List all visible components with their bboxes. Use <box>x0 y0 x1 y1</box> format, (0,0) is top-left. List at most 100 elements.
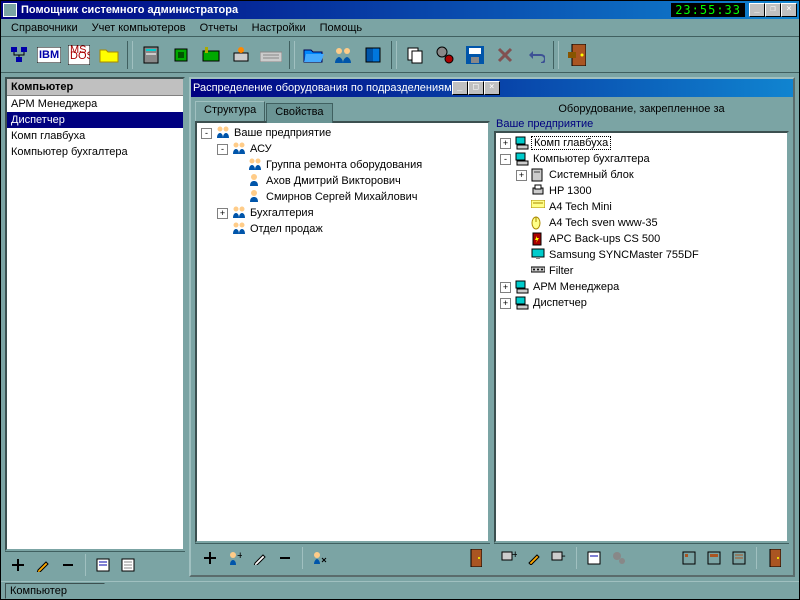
tree-row[interactable]: A4 Tech Mini <box>498 199 785 215</box>
tree-row[interactable]: Отдел продаж <box>199 221 486 237</box>
eq-gears-button[interactable] <box>608 547 630 569</box>
tool-network-icon[interactable] <box>5 41 33 69</box>
tool-save-icon[interactable] <box>461 41 489 69</box>
pc-icon <box>515 296 529 310</box>
eq-remove-pc-button[interactable]: - <box>548 547 570 569</box>
tool-ibm-icon[interactable]: IBM <box>35 41 63 69</box>
org-exit-button[interactable] <box>464 547 486 569</box>
tree-row[interactable]: Ахов Дмитрий Викторович <box>199 173 486 189</box>
structure-tabs: Структура Свойства <box>195 101 490 121</box>
tree-row[interactable]: -АСУ <box>199 141 486 157</box>
sidebar-remove-button[interactable] <box>57 554 79 576</box>
org-person-add-button[interactable]: + <box>224 547 246 569</box>
equipment-tree[interactable]: +Комп главбуха-Компьютер бухгалтера + Сист… <box>494 131 789 543</box>
tree-row[interactable]: HP 1300 <box>498 183 785 199</box>
distribution-window: Распределение оборудования по подразделе… <box>189 77 795 577</box>
sidebar-list-button[interactable] <box>117 554 139 576</box>
sidebar-edit-button[interactable] <box>32 554 54 576</box>
sidebar-item[interactable]: Диспетчер <box>7 112 183 128</box>
tree-expander[interactable]: + <box>500 298 511 309</box>
tree-expander[interactable]: + <box>500 282 511 293</box>
tool-openfolder-icon[interactable] <box>299 41 327 69</box>
tree-label: Бухгалтерия <box>248 207 316 219</box>
grp-icon <box>248 158 262 172</box>
pc-icon <box>515 136 529 150</box>
tree-row[interactable]: -Ваше предприятие <box>199 125 486 141</box>
tree-expander[interactable]: + <box>217 208 228 219</box>
org-add-button[interactable] <box>199 547 221 569</box>
eq-edit-button[interactable] <box>523 547 545 569</box>
tool-book-icon[interactable] <box>359 41 387 69</box>
menu-reports[interactable]: Отчеты <box>194 21 244 35</box>
inner-maximize-button[interactable]: □ <box>468 81 484 95</box>
sidebar-item[interactable]: АРМ Менеджера <box>7 96 183 112</box>
tree-row[interactable]: +Комп главбуха <box>498 135 785 151</box>
main-titlebar: Помощник системного администратора 23:55… <box>1 1 799 19</box>
sidebar-form-button[interactable] <box>92 554 114 576</box>
org-icon <box>232 206 246 220</box>
tree-row[interactable]: + Системный блок <box>498 167 785 183</box>
org-icon <box>216 126 230 140</box>
org-remove-button[interactable] <box>274 547 296 569</box>
person-icon <box>248 174 262 188</box>
tree-expander[interactable]: + <box>516 170 527 181</box>
tree-row[interactable]: Filter <box>498 263 785 279</box>
tool-users-icon[interactable] <box>329 41 357 69</box>
tool-copy-icon[interactable] <box>401 41 429 69</box>
minimize-button[interactable]: _ <box>749 3 765 17</box>
tree-row[interactable]: -Компьютер бухгалтера <box>498 151 785 167</box>
tool-folder-icon[interactable] <box>95 41 123 69</box>
tab-structure[interactable]: Структура <box>195 101 265 121</box>
tool-msdos-icon[interactable]: MSDOS <box>65 41 93 69</box>
tree-expander[interactable]: - <box>201 128 212 139</box>
tree-row[interactable]: + Бухгалтерия <box>199 205 486 221</box>
svg-text:IBM: IBM <box>39 49 59 61</box>
tree-row[interactable]: APC Back-ups CS 500 <box>498 231 785 247</box>
sidebar-item[interactable]: Компьютер бухгалтера <box>7 144 183 160</box>
printer-icon <box>531 184 545 198</box>
tool-server-icon[interactable] <box>137 41 165 69</box>
tree-row[interactable]: Samsung SYNCMaster 755DF <box>498 247 785 263</box>
close-button[interactable]: × <box>781 3 797 17</box>
tree-expander[interactable]: - <box>500 154 511 165</box>
org-edit-button[interactable] <box>249 547 271 569</box>
tree-label: Системный блок <box>547 169 636 181</box>
tree-row[interactable]: +АРМ Менеджера <box>498 279 785 295</box>
tab-properties[interactable]: Свойства <box>266 103 332 123</box>
tree-row[interactable]: +Диспетчер <box>498 295 785 311</box>
tool-chip-icon[interactable] <box>167 41 195 69</box>
menu-help[interactable]: Помощь <box>314 21 369 35</box>
eq-form-button[interactable] <box>583 547 605 569</box>
sidebar-add-button[interactable] <box>7 554 29 576</box>
tool-delete-icon[interactable] <box>491 41 519 69</box>
clock: 23:55:33 <box>671 3 745 17</box>
eq-view3-button[interactable] <box>728 547 750 569</box>
org-assign-button[interactable] <box>309 547 331 569</box>
tool-exit-icon[interactable] <box>563 41 591 69</box>
menu-references[interactable]: Справочники <box>5 21 84 35</box>
tool-undo-icon[interactable] <box>521 41 549 69</box>
tool-gears-icon[interactable] <box>431 41 459 69</box>
eq-add-pc-button[interactable]: + <box>498 547 520 569</box>
maximize-button[interactable]: ❐ <box>765 3 781 17</box>
tree-expander[interactable]: - <box>217 144 228 155</box>
inner-minimize-button[interactable]: _ <box>452 81 468 95</box>
org-tree[interactable]: -Ваше предприятие-АСУГруппа ремонта обор… <box>195 121 490 543</box>
eq-view2-button[interactable] <box>703 547 725 569</box>
inner-close-button[interactable]: × <box>484 81 500 95</box>
eq-exit-button[interactable] <box>763 547 785 569</box>
tree-row[interactable]: A4 Tech sven www-35 <box>498 215 785 231</box>
menu-computers[interactable]: Учет компьютеров <box>86 21 192 35</box>
eq-view1-button[interactable] <box>678 547 700 569</box>
tree-row[interactable]: Группа ремонта оборудования <box>199 157 486 173</box>
tree-label: APC Back-ups CS 500 <box>547 233 662 245</box>
sidebar-item[interactable]: Комп главбуха <box>7 128 183 144</box>
tool-keyboard-icon[interactable] <box>257 41 285 69</box>
tree-expander[interactable]: + <box>500 138 511 149</box>
left-bottom-toolbar: + <box>195 543 490 571</box>
menu-settings[interactable]: Настройки <box>246 21 312 35</box>
menubar: Справочники Учет компьютеров Отчеты Наст… <box>1 19 799 37</box>
tool-card-icon[interactable] <box>197 41 225 69</box>
tool-peripheral-icon[interactable] <box>227 41 255 69</box>
tree-row[interactable]: Смирнов Сергей Михайлович <box>199 189 486 205</box>
